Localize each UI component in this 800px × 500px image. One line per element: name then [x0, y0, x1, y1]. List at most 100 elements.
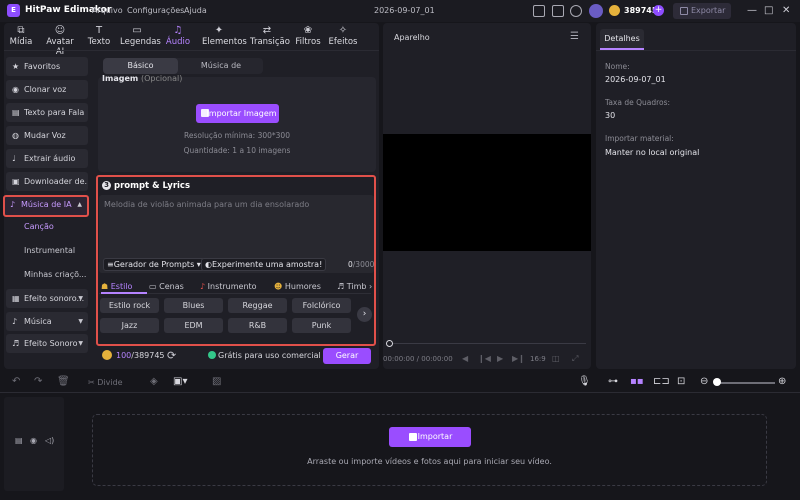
sidebar-item-efeito-sonoro[interactable]: ▦ Efeito sonoro... ▼ — [6, 289, 88, 308]
import-image-button[interactable]: Importar Imagem — [196, 104, 279, 123]
transition-icon: ⇄ — [262, 25, 272, 36]
tab-efeitos[interactable]: ✧ Efeitos — [326, 25, 360, 47]
step-back-icon[interactable]: ❙◀ — [478, 354, 491, 363]
fps-label: Taxa de Quadros: — [605, 98, 671, 107]
sidebar-item-texto-para-fala[interactable]: ▤ Texto para Fala — [6, 103, 88, 122]
snapshot-icon[interactable]: ◫ — [552, 354, 560, 363]
style-tag[interactable]: Jazz — [100, 318, 159, 333]
title-bar: E HitPaw Edimakor Arquivo Configurações … — [0, 0, 800, 22]
style-tag[interactable]: R&B — [228, 318, 287, 333]
style-tag[interactable]: Folclórico — [292, 298, 351, 313]
subitem-instrumental[interactable]: Instrumental — [24, 246, 75, 255]
fit-icon[interactable]: ⊡ — [677, 376, 685, 387]
category-tab-estilo[interactable]: ☗ Estilo — [101, 282, 132, 291]
category-tab-cenas[interactable]: ▭ Cenas — [149, 282, 184, 291]
add-credits-icon[interactable]: + — [653, 5, 664, 16]
subitem-cancao[interactable]: Canção — [24, 222, 54, 231]
tab-texto[interactable]: T Texto — [82, 25, 116, 47]
playhead-handle[interactable] — [386, 340, 393, 347]
subitem-minhas-criacoes[interactable]: Minhas criaçõ... — [24, 270, 86, 279]
step-forward-icon[interactable]: ▶❙ — [512, 354, 525, 363]
tab-filtros[interactable]: ❀ Filtros — [291, 25, 325, 47]
mode-basic-tab[interactable]: Básico — [103, 58, 178, 74]
tab-legendas[interactable]: ▭ Legendas — [120, 25, 161, 47]
minimize-icon[interactable]: — — [747, 5, 757, 16]
menu-icon[interactable]: ☰ — [570, 31, 579, 42]
split-button[interactable]: ✂ Divide — [88, 378, 123, 387]
tab-midia[interactable]: ⧉ Mídia — [4, 25, 38, 47]
fullscreen-icon[interactable]: ⤢ — [572, 354, 578, 364]
import-button[interactable]: Importar — [389, 427, 471, 447]
category-tab-timbre[interactable]: ♬ Timb › — [337, 282, 372, 291]
star-icon: ★ — [12, 62, 20, 71]
effects-icon: ✧ — [338, 25, 348, 36]
tab-audio[interactable]: ♫ Áudio — [161, 25, 195, 47]
play-icon[interactable]: ▶ — [497, 354, 503, 363]
style-tag[interactable]: Estilo rock — [100, 298, 159, 313]
tab-detalhes[interactable]: Detalhes — [600, 29, 644, 49]
style-tag[interactable]: Punk — [292, 318, 351, 333]
category-tab-humores[interactable]: ☻ Humores — [274, 282, 321, 291]
zoom-handle[interactable] — [713, 378, 721, 386]
sidebar-item-musica[interactable]: ♪ Música ▼ — [6, 312, 88, 331]
delete-icon[interactable]: 🗑 — [57, 376, 70, 387]
menu-configuracoes[interactable]: Configurações — [127, 6, 184, 15]
drop-zone[interactable] — [92, 414, 767, 486]
fps-value: 30 — [605, 111, 616, 120]
menu-ajuda[interactable]: Ajuda — [184, 6, 207, 15]
sidebar-item-downloader[interactable]: ▣ Downloader de... — [6, 172, 88, 191]
eye-icon[interactable]: ◉ — [30, 436, 37, 445]
text-tool-icon[interactable]: ▣▾ — [173, 376, 187, 387]
mic-icon[interactable]: 🎙 — [578, 376, 591, 387]
sidebar-item-extrair-audio[interactable]: ♩ Extrair áudio — [6, 149, 88, 168]
shield-icon[interactable]: ◈ — [150, 376, 158, 387]
image-tool-icon[interactable]: ▨ — [212, 376, 221, 387]
playback-progress[interactable] — [386, 343, 586, 344]
speaker-icon[interactable]: ◁) — [45, 436, 54, 445]
mode-reference-tab[interactable]: Música de referência — [180, 58, 262, 86]
download-icon[interactable] — [570, 5, 582, 17]
undo-icon[interactable]: ↶ — [12, 376, 20, 387]
sidebar-item-clonar-voz[interactable]: ◉ Clonar voz — [6, 80, 88, 99]
sidebar-item-mudar-voz[interactable]: ◍ Mudar Voz — [6, 126, 88, 145]
try-sample-button[interactable]: ◐Experimente uma amostra! — [201, 258, 327, 271]
menu-arquivo[interactable]: Arquivo — [92, 6, 123, 15]
feedback-icon[interactable] — [552, 5, 564, 17]
zoom-slider[interactable] — [715, 382, 775, 384]
style-tag[interactable]: EDM — [164, 318, 223, 333]
next-arrow-icon[interactable]: › — [357, 307, 372, 322]
close-icon[interactable]: ✕ — [782, 5, 790, 16]
save-icon[interactable]: ▤ — [15, 436, 23, 445]
redo-icon[interactable]: ↷ — [34, 376, 42, 387]
sidebar-item-musica-de-ia[interactable]: ♪ Música de IA ▲ — [3, 195, 89, 217]
layout-icon[interactable] — [533, 5, 545, 17]
prompt-generator-button[interactable]: ≡Gerador de Prompts ▾ — [103, 258, 205, 271]
scene-icon: ▭ — [149, 282, 157, 291]
link-icon[interactable]: ⊶ — [608, 376, 618, 387]
voice-clone-icon: ◉ — [12, 85, 19, 94]
drop-hint: Arraste ou importe vídeos e fotos aqui p… — [307, 457, 552, 466]
magnet-icon[interactable]: ▪▪ — [630, 376, 644, 387]
name-value: 2026-09-07_01 — [605, 75, 666, 84]
zoom-out-icon[interactable]: ⊖ — [700, 376, 708, 387]
sidebar-item-efeito-sonoro-2[interactable]: ♬ Efeito Sonoro ▼ — [6, 334, 88, 353]
avatar[interactable] — [589, 4, 603, 18]
tab-avatar-ai[interactable]: ☺ Avatar AI — [43, 25, 77, 57]
refresh-icon[interactable]: ⟳ — [167, 349, 176, 362]
style-tag[interactable]: Blues — [164, 298, 223, 313]
import-material-value: Manter no local original — [605, 148, 700, 157]
generate-button[interactable]: Gerar — [323, 348, 371, 364]
sidebar-item-favoritos[interactable]: ★ Favoritos — [6, 57, 88, 76]
style-tag[interactable]: Reggae — [228, 298, 287, 313]
zoom-in-icon[interactable]: ⊕ — [778, 376, 786, 387]
tab-transicao[interactable]: ⇄ Transição — [250, 25, 290, 47]
maximize-icon[interactable]: □ — [764, 5, 773, 16]
voice-change-icon: ◍ — [12, 131, 19, 140]
pip-icon[interactable]: ⊏⊐ — [653, 376, 670, 387]
aspect-ratio[interactable]: 16:9 — [530, 355, 546, 363]
export-button[interactable]: Exportar — [673, 3, 731, 19]
prev-frame-icon[interactable]: ◀ — [462, 354, 468, 363]
tab-elementos[interactable]: ✦ Elementos — [202, 25, 247, 47]
category-tab-instrumento[interactable]: ♪ Instrumento — [200, 282, 257, 291]
elements-icon: ✦ — [214, 25, 224, 36]
